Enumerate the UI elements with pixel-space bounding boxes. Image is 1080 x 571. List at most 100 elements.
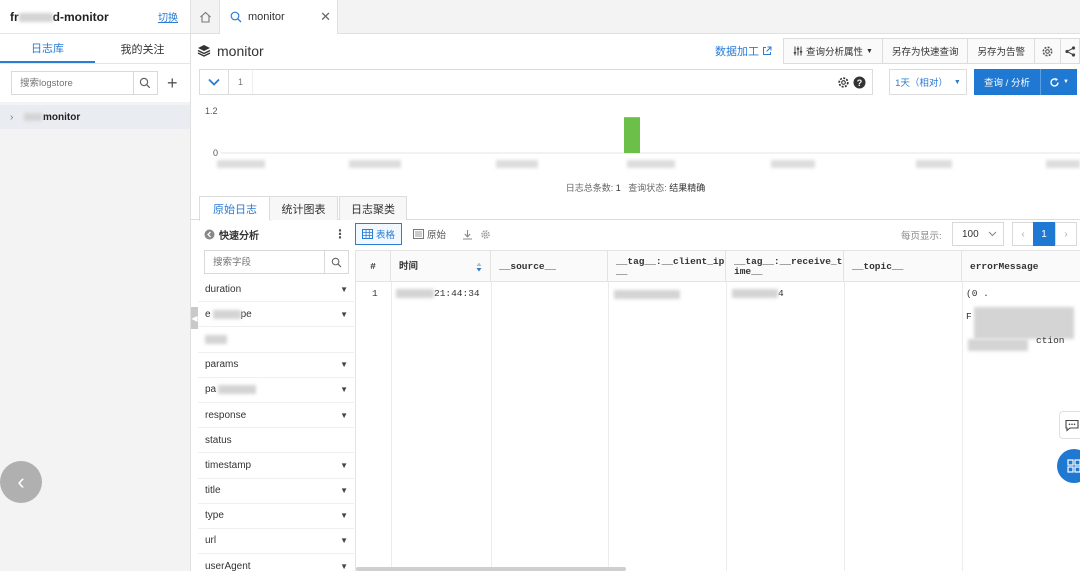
x-tick-label-redacted [1046,160,1080,168]
caret-down-icon: ▼ [340,360,348,370]
raw-view-button[interactable]: 原始 [407,223,452,245]
row-receive-time: 4 [732,288,784,299]
column-header-topic[interactable]: __topic__ [844,251,962,282]
settings-button[interactable] [1034,38,1061,64]
field-item[interactable]: e pe ▼ [198,302,354,328]
page-button-current[interactable]: 1 [1033,222,1055,246]
switch-project-link[interactable]: 切换 [158,9,178,24]
query-input[interactable] [253,70,837,94]
tab-log-clustering[interactable]: 日志聚类 [339,196,407,220]
column-settings-button[interactable] [474,223,497,245]
field-item-duration[interactable]: duration ▼ [198,277,354,303]
x-tick-label-redacted [217,160,265,168]
search-icon [230,11,242,23]
more-options-icon[interactable]: ⋮ [334,227,346,241]
sidebar-item-logstore[interactable]: › monitor [0,105,190,129]
query-row: 1 ? 1天（相对） ▼ 查询 / 分析 ▼ [191,67,1080,97]
logstore-search-row: + [0,64,190,102]
field-item-title[interactable]: title ▼ [198,479,354,504]
column-header-client-ip[interactable]: __tag__:__client_ip__ [608,251,726,282]
gear-icon[interactable] [837,76,850,89]
quick-analysis-panel: 快速分析 ⋮ duration▼ epe▼ params▼ pa▼ respon… [198,222,354,571]
data-process-link[interactable]: 数据加工 [715,43,772,59]
page-title: monitor [197,43,264,59]
field-item-response[interactable]: response ▼ [198,403,354,429]
caret-down-icon: ▼ [340,410,348,420]
feedback-button[interactable] [1059,411,1080,439]
close-icon[interactable]: ✕ [320,9,331,25]
log-histogram: 1.2 0 [205,106,1080,168]
chevron-down-icon [208,78,220,86]
field-search-input[interactable] [205,251,324,273]
share-button[interactable] [1060,38,1080,64]
row-time: 21:44:34 [396,288,480,299]
refresh-icon [1050,77,1059,87]
refresh-button[interactable]: ▼ [1040,69,1077,95]
chevron-right-icon: › [1064,228,1068,240]
toolbar-actions: 数据加工 查询分析属性 ▼ 另存为快速查询 另存为告警 [715,38,1080,64]
next-page-button[interactable]: › [1055,222,1077,246]
home-tab[interactable] [191,0,220,34]
tab-charts[interactable]: 统计图表 [269,196,338,220]
logstore-search-input[interactable] [12,72,133,94]
logstore-icon [197,44,211,57]
query-history-toggle[interactable] [199,69,229,95]
caret-down-icon: ▼ [340,460,348,470]
prev-page-button[interactable]: ‹ [1012,222,1034,246]
horizontal-scrollbar[interactable] [356,567,626,571]
project-header: fr d-monitor 切换 [0,0,190,34]
field-item[interactable]: pa ▼ [198,378,354,403]
column-header-error-message[interactable]: errorMessage [962,251,1080,282]
add-logstore-button[interactable]: + [162,71,183,95]
y-tick-label: 0 [213,148,218,158]
query-props-button[interactable]: 查询分析属性 ▼ [783,38,883,64]
field-search-button[interactable] [324,251,348,273]
row-error-line: ction [1036,335,1065,346]
table-icon [362,229,373,239]
table-view-button[interactable]: 表格 [355,223,403,245]
project-name: fr d-monitor [10,9,109,24]
field-item-url[interactable]: url ▼ [198,529,354,555]
save-quick-query-button[interactable]: 另存为快速查询 [881,38,969,64]
field-item-type[interactable]: type ▼ [198,504,354,529]
search-icon [331,257,342,267]
field-item-params[interactable]: params ▼ [198,353,354,378]
tab-my-favorites[interactable]: 我的关注 [95,34,190,63]
query-analyze-button[interactable]: 查询 / 分析 [974,69,1040,95]
quick-analysis-header: 快速分析 ⋮ [198,222,354,246]
save-alert-button[interactable]: 另存为告警 [967,38,1035,64]
column-header-time[interactable]: 时间 [391,251,491,282]
search-button[interactable] [132,72,157,94]
sort-icon[interactable] [476,262,482,272]
help-icon[interactable]: ? [853,76,866,89]
collapse-left-icon[interactable] [204,229,215,240]
column-header-source[interactable]: __source__ [491,251,608,282]
back-button[interactable]: ‹ [0,461,42,503]
field-item-timestamp[interactable]: timestamp ▼ [198,453,354,479]
row-index: 1 [372,288,378,299]
x-tick-label-redacted [496,160,538,168]
panel-collapse-handle[interactable]: ◀ [191,307,198,329]
tab-monitor[interactable]: monitor ✕ [220,0,338,34]
tab-logstores[interactable]: 日志库 [0,34,95,63]
tab-label: monitor [248,11,285,23]
per-page-select[interactable]: 100 [952,222,1004,246]
x-tick-label-redacted [349,160,401,168]
chevron-down-icon [988,231,997,237]
chevron-right-icon: › [10,111,14,123]
field-item-status[interactable]: status [198,428,354,454]
row-client-ip [614,289,680,300]
redacted-text [212,309,241,319]
field-item[interactable] [198,327,354,353]
histogram-bar[interactable] [624,117,640,153]
caret-down-icon: ▼ [340,511,348,521]
field-item-useragent[interactable]: userAgent ▼ [198,554,354,571]
redacted-text [396,288,434,298]
caret-down-icon: ▼ [953,78,961,86]
tab-raw-logs[interactable]: 原始日志 [199,196,271,221]
column-header-receive-time[interactable]: __tag__:__receive_time__ [726,251,844,282]
query-status: 结果精确 [669,183,706,193]
time-range-select[interactable]: 1天（相对） ▼ [889,69,967,95]
x-tick-label-redacted [916,160,952,168]
caret-down-icon: ▼ [866,47,873,55]
